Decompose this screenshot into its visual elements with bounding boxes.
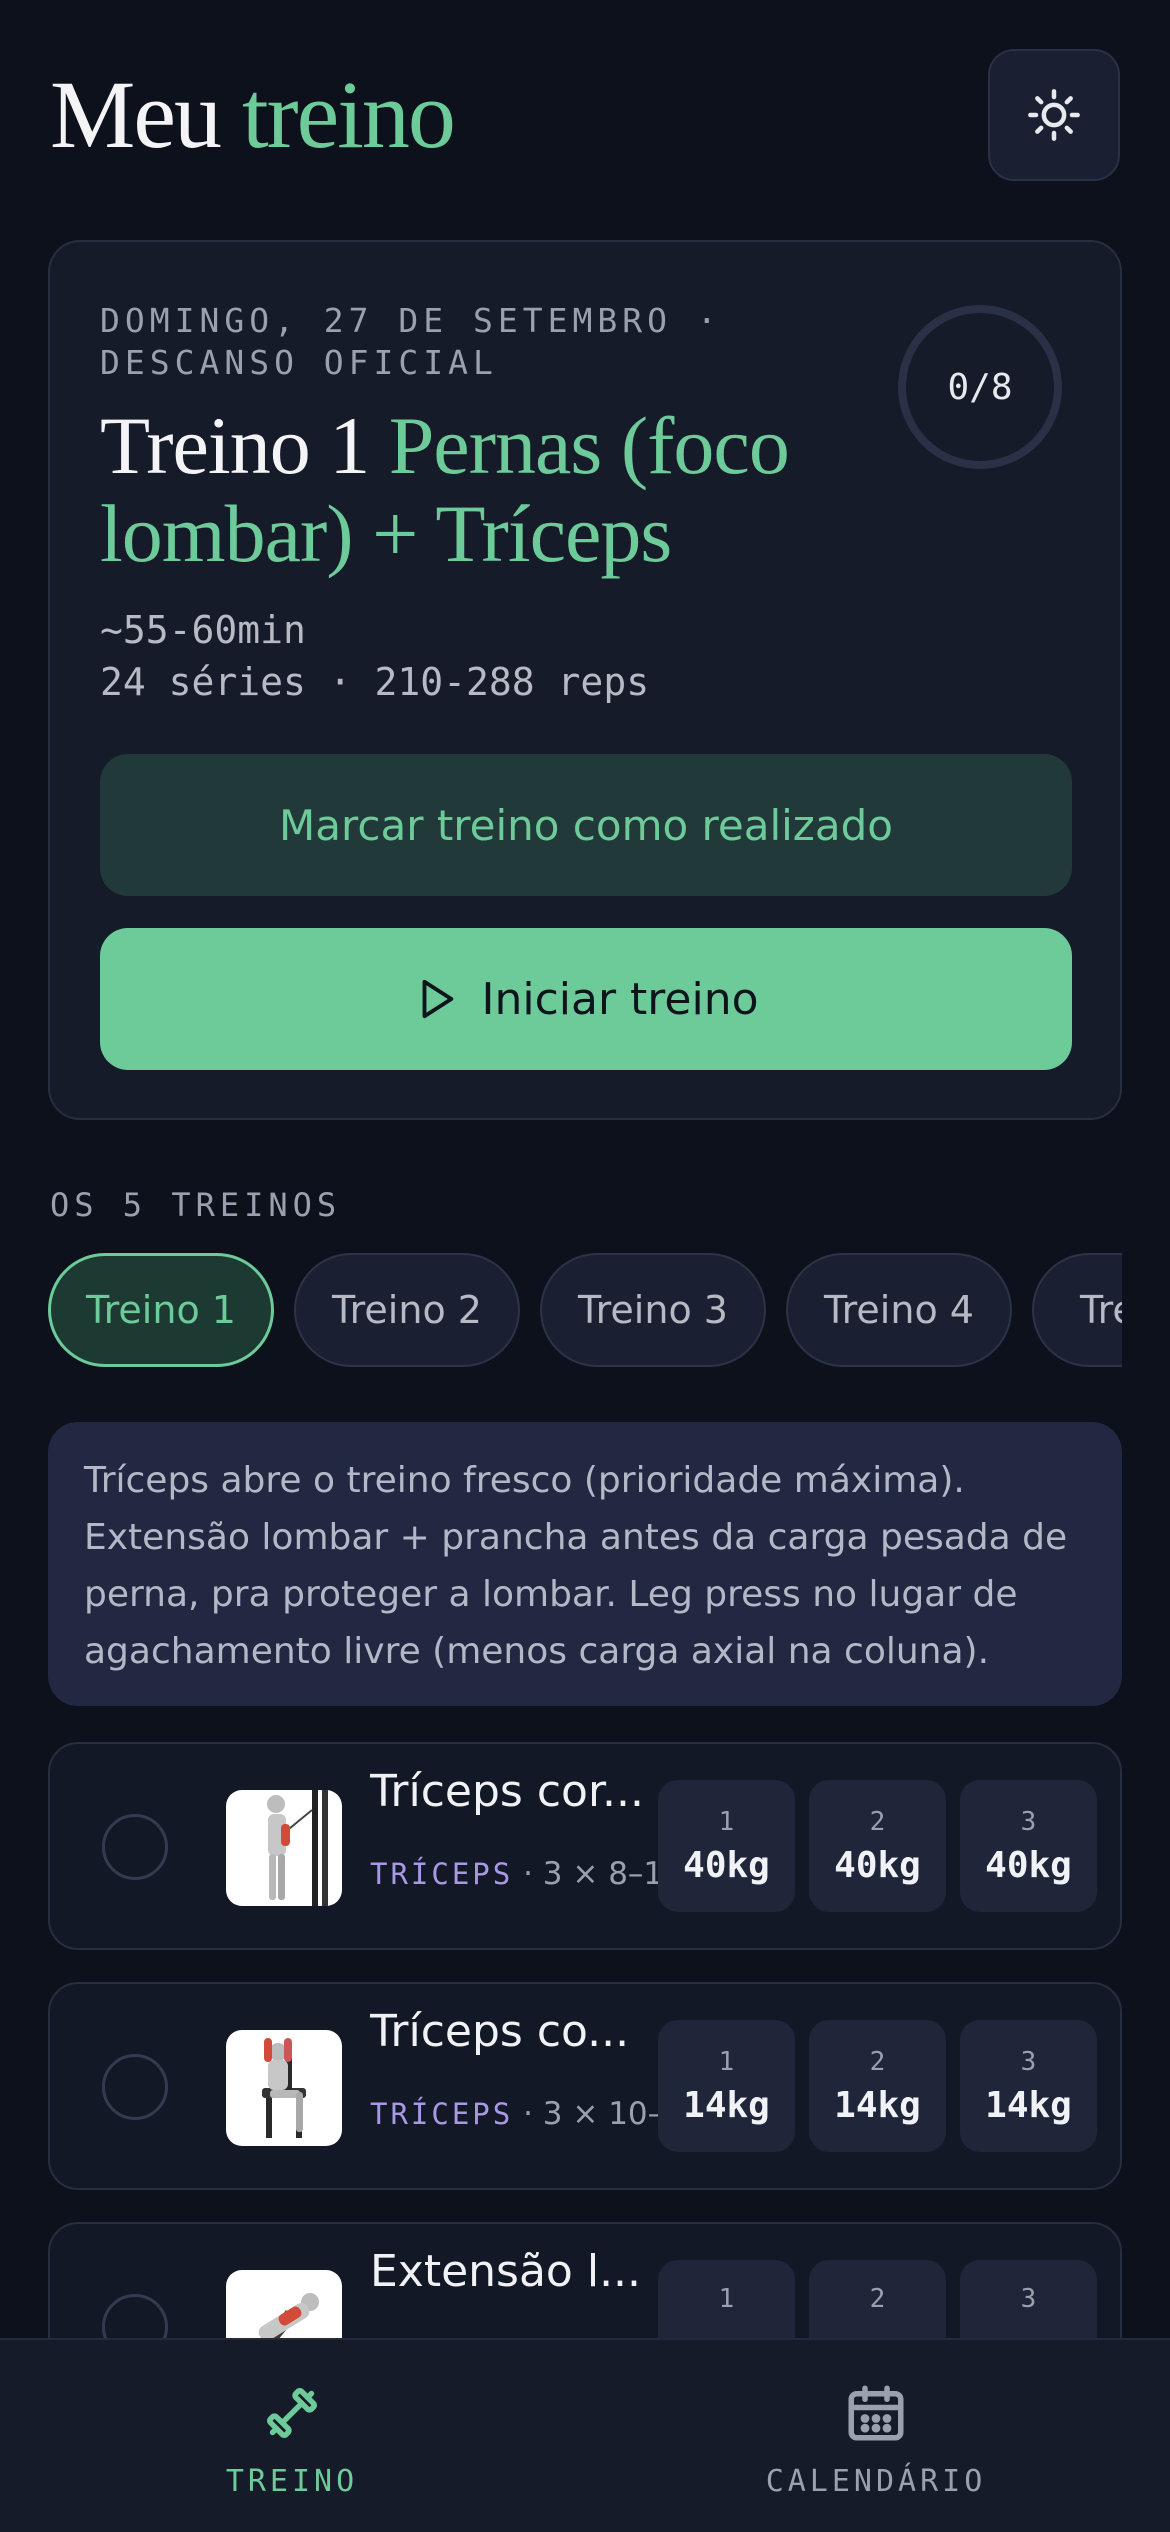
mark-done-label: Marcar treino como realizado <box>279 800 893 850</box>
exercise-scheme: · 3 × 10– <box>523 2096 664 2132</box>
app-header: Meu treino <box>50 49 1120 185</box>
workout-duration: ~55-60min <box>100 608 306 652</box>
exercise-card[interactable]: Tríceps co... TRÍCEPS · 3 × 10– 1 14kg 21… <box>48 1982 1122 2190</box>
nav-item-calendario[interactable]: CALENDÁRIO <box>676 2380 1076 2499</box>
sets-row: 1 40kg 2 40kg 3 40kg <box>658 1780 1097 1912</box>
exercise-name: Tríceps co... <box>370 2006 630 2057</box>
theme-toggle-button[interactable] <box>988 49 1120 181</box>
tab-treino-2[interactable]: Treino 2 <box>294 1253 520 1367</box>
tab-treino-3[interactable]: Treino 3 <box>540 1253 766 1367</box>
muscle-tag: TRÍCEPS <box>370 2097 514 2131</box>
set-number: 2 <box>869 2284 886 2314</box>
workout-title-prefix: Treino 1 <box>100 400 370 491</box>
exercise-details: TRÍCEPS · 3 × 8–1 <box>370 1856 666 1892</box>
exercise-card[interactable]: Tríceps cor... TRÍCEPS · 3 × 8–1 1 40kg 2… <box>48 1742 1122 1950</box>
set-number: 2 <box>869 1806 886 1837</box>
set-chip[interactable]: 3 40kg <box>960 1780 1097 1912</box>
nav-item-treino[interactable]: TREINO <box>92 2380 492 2499</box>
exercise-name: Extensão l... <box>370 2246 640 2297</box>
section-label: OS 5 TREINOS <box>50 1186 342 1224</box>
workout-meta: ~55-60min 24 séries · 210-288 reps <box>100 604 649 708</box>
exercise-thumbnail <box>226 2030 342 2146</box>
workout-title: Treino 1 Pernas (foco lombar) + Tríceps <box>100 402 900 578</box>
sun-icon <box>1028 89 1080 141</box>
mark-done-button[interactable]: Marcar treino como realizado <box>100 754 1072 896</box>
set-weight: 14kg <box>985 2084 1072 2126</box>
set-chip[interactable]: 2 40kg <box>809 1780 946 1912</box>
tab-label: Treino 1 <box>86 1288 236 1332</box>
tab-label: Treino 4 <box>824 1288 974 1332</box>
set-chip[interactable]: 1 40kg <box>658 1780 795 1912</box>
tab-label: Tre <box>1080 1288 1122 1332</box>
set-chip[interactable]: 3 14kg <box>960 2020 1097 2152</box>
tab-label: Treino 2 <box>332 1288 482 1332</box>
set-number: 3 <box>1020 2046 1037 2077</box>
exercise-checkbox[interactable] <box>102 1814 168 1880</box>
exercise-thumbnail <box>226 1790 342 1906</box>
tab-treino-4[interactable]: Treino 4 <box>786 1253 1012 1367</box>
workout-volume: 24 séries · 210-288 reps <box>100 660 650 704</box>
nav-label: CALENDÁRIO <box>765 2464 987 2499</box>
workout-tabs: Treino 1 Treino 2 Treino 3 Treino 4 Tre <box>48 1253 1122 1367</box>
today-workout-card: DOMINGO, 27 DE SETEMBRO · DESCANSO OFICI… <box>48 240 1122 1120</box>
muscle-tag: TRÍCEPS <box>370 1857 514 1891</box>
progress-counter: 0/8 <box>947 366 1013 408</box>
set-weight: 14kg <box>683 2084 770 2126</box>
exercise-scheme: · 3 × 8–1 <box>523 1856 664 1892</box>
workout-note: Tríceps abre o treino fresco (prioridade… <box>48 1422 1122 1706</box>
set-number: 2 <box>869 2046 886 2077</box>
start-workout-button[interactable]: Iniciar treino <box>100 928 1072 1070</box>
exercise-details: TRÍCEPS · 3 × 10– <box>370 2096 666 2132</box>
exercise-name: Tríceps cor... <box>370 1766 640 1817</box>
bottom-nav: TREINO CALENDÁRIO <box>0 2338 1170 2532</box>
set-weight: 14kg <box>834 2084 921 2126</box>
set-weight: 40kg <box>834 1844 921 1886</box>
tab-treino-1[interactable]: Treino 1 <box>48 1253 274 1367</box>
set-number: 1 <box>718 1806 735 1837</box>
set-number: 1 <box>718 2284 735 2314</box>
play-icon <box>423 979 454 1019</box>
set-number: 1 <box>718 2046 735 2077</box>
sets-row: 1 14kg 2 14kg 3 14kg <box>658 2020 1097 2152</box>
set-weight: 40kg <box>985 1844 1072 1886</box>
set-chip[interactable]: 2 14kg <box>809 2020 946 2152</box>
dumbbell-icon <box>267 2388 317 2438</box>
nav-label: TREINO <box>225 2464 359 2499</box>
tab-label: Treino 3 <box>578 1288 728 1332</box>
workout-date: DOMINGO, 27 DE SETEMBRO · DESCANSO OFICI… <box>100 301 722 382</box>
title-part-1: Meu <box>50 61 222 168</box>
title-part-2: treino <box>241 61 456 168</box>
set-number: 3 <box>1020 1806 1037 1837</box>
calendar-icon <box>848 2385 904 2441</box>
page-title: Meu treino <box>50 67 456 163</box>
start-workout-label: Iniciar treino <box>481 973 759 1025</box>
set-number: 3 <box>1020 2284 1037 2314</box>
exercise-checkbox[interactable] <box>102 2054 168 2120</box>
set-chip[interactable]: 1 14kg <box>658 2020 795 2152</box>
set-weight: 40kg <box>683 1844 770 1886</box>
tab-treino-5[interactable]: Tre <box>1032 1253 1122 1367</box>
